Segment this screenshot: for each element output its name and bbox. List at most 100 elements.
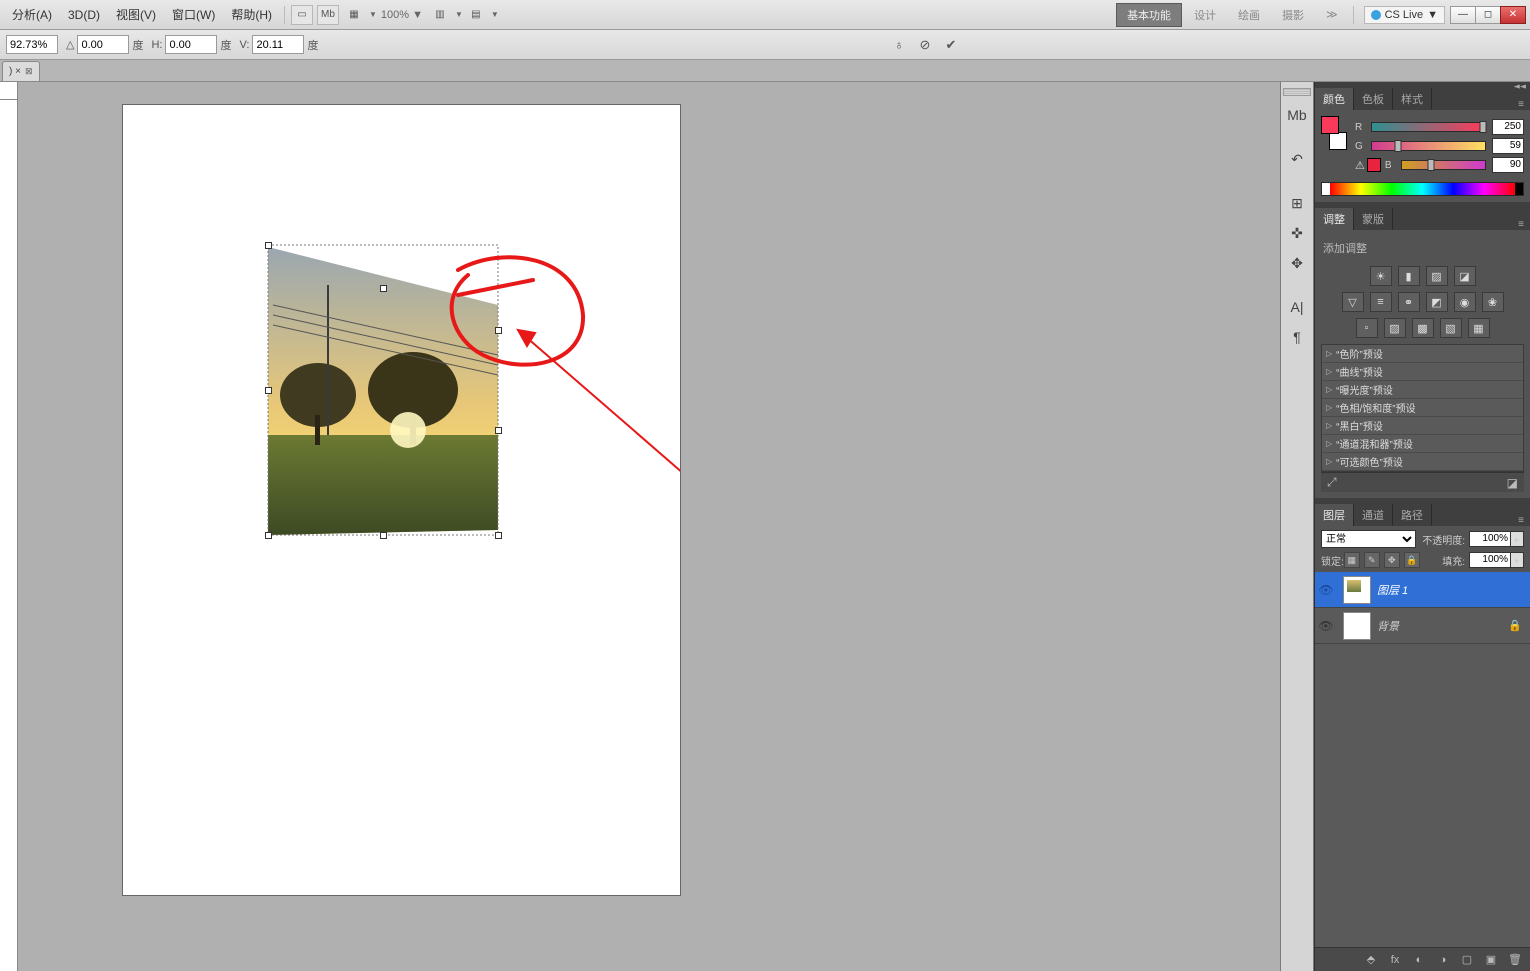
link-layers-icon[interactable]: ⬘: [1362, 953, 1380, 966]
lock-pixels-icon[interactable]: ✎: [1364, 552, 1380, 568]
color-panel-menu-icon[interactable]: ≡: [1512, 99, 1530, 110]
commit-transform-icon[interactable]: ✔: [941, 35, 961, 55]
layer-group-icon[interactable]: ▢: [1458, 953, 1476, 966]
transform-handle-tr[interactable]: [495, 327, 502, 334]
lock-transparency-icon[interactable]: ▦: [1344, 552, 1360, 568]
lock-all-icon[interactable]: 🔒: [1404, 552, 1420, 568]
adjustment-icon-1-3[interactable]: ◩: [1426, 292, 1448, 312]
adjust-expand-icon[interactable]: ⤢: [1327, 475, 1337, 490]
adjustment-preset[interactable]: ▷“黑白”预设: [1322, 417, 1523, 435]
color-ramp[interactable]: [1321, 182, 1524, 196]
transform-handle-bm[interactable]: [380, 532, 387, 539]
workspace-photography[interactable]: 摄影: [1272, 4, 1314, 26]
layer-name[interactable]: 背景: [1377, 618, 1399, 634]
menu-3d[interactable]: 3D(D): [60, 4, 108, 26]
opacity-input[interactable]: 100%: [1469, 531, 1511, 547]
dock-nav-icon[interactable]: ⊞: [1284, 191, 1310, 215]
adjustment-icon-2-4[interactable]: ▦: [1468, 318, 1490, 338]
visibility-icon[interactable]: 👁: [1315, 583, 1337, 597]
adjustment-icon-0-1[interactable]: ▮: [1398, 266, 1420, 286]
tab-channels[interactable]: 通道: [1354, 504, 1393, 526]
new-layer-icon[interactable]: ▣: [1482, 953, 1500, 966]
transform-handle-bl[interactable]: [265, 532, 272, 539]
transform-handle-ml[interactable]: [265, 387, 272, 394]
workspace-more[interactable]: ≫: [1316, 5, 1348, 24]
tab-adjustments[interactable]: 调整: [1315, 208, 1354, 230]
window-minimize-button[interactable]: —: [1450, 6, 1476, 24]
adjustment-preset[interactable]: ▷“曲线”预设: [1322, 363, 1523, 381]
visibility-icon[interactable]: 👁: [1315, 619, 1337, 633]
workspace-essentials[interactable]: 基本功能: [1116, 3, 1182, 27]
vertical-ruler[interactable]: [0, 100, 18, 971]
cancel-transform-icon[interactable]: ⊘: [915, 35, 935, 55]
angle-input[interactable]: [77, 35, 129, 54]
adjustment-icon-0-3[interactable]: ◪: [1454, 266, 1476, 286]
adjustment-icon-1-2[interactable]: ⚭: [1398, 292, 1420, 312]
delete-layer-icon[interactable]: 🗑: [1506, 953, 1524, 966]
adjustment-icon-0-2[interactable]: ▨: [1426, 266, 1448, 286]
adjustment-preset[interactable]: ▷“色相/饱和度”预设: [1322, 399, 1523, 417]
layer-fx-icon[interactable]: fx: [1386, 954, 1404, 966]
adjustment-layer-icon[interactable]: ◑: [1434, 954, 1452, 966]
background-swatch[interactable]: [1329, 132, 1347, 150]
r-slider[interactable]: [1371, 122, 1486, 132]
adjustment-icon-2-1[interactable]: ▨: [1384, 318, 1406, 338]
adjust-clip-icon[interactable]: ◪: [1507, 476, 1518, 490]
document-canvas[interactable]: [123, 105, 680, 895]
adjustment-icon-1-5[interactable]: ❀: [1482, 292, 1504, 312]
menu-view[interactable]: 视图(V): [108, 2, 164, 27]
dock-info-icon[interactable]: ✜: [1284, 221, 1310, 245]
tab-styles[interactable]: 样式: [1393, 88, 1432, 110]
mb-icon[interactable]: Mb: [317, 5, 339, 25]
canvas-viewport[interactable]: [18, 100, 1280, 971]
workspace-design[interactable]: 设计: [1184, 4, 1226, 26]
window-maximize-button[interactable]: ◻: [1475, 6, 1501, 24]
menu-window[interactable]: 窗口(W): [164, 2, 223, 27]
tab-paths[interactable]: 路径: [1393, 504, 1432, 526]
window-close-button[interactable]: ✕: [1500, 6, 1526, 24]
gamut-warning-icon[interactable]: ⚠: [1355, 158, 1381, 172]
cs-live-button[interactable]: CS Live ▼: [1364, 6, 1445, 24]
layers-panel-menu-icon[interactable]: ≡: [1512, 515, 1530, 526]
tab-close-icon[interactable]: ⊠: [25, 66, 33, 77]
adjustment-preset[interactable]: ▷“可选颜色”预设: [1322, 453, 1523, 471]
adjustment-icon-0-0[interactable]: ☀: [1370, 266, 1392, 286]
g-value[interactable]: 59: [1492, 138, 1524, 154]
transform-handle-tm[interactable]: [380, 285, 387, 292]
adjustment-icon-2-3[interactable]: ▧: [1440, 318, 1462, 338]
fill-flyout-icon[interactable]: ▸: [1510, 552, 1524, 568]
adjustment-icon-1-1[interactable]: ≡: [1370, 292, 1392, 312]
panel-collapse-icon[interactable]: ◀◀: [1514, 83, 1526, 89]
tab-masks[interactable]: 蒙版: [1354, 208, 1393, 230]
skew-h-input[interactable]: [165, 35, 217, 54]
adjustment-preset[interactable]: ▷“通道混和器”预设: [1322, 435, 1523, 453]
dock-history-icon[interactable]: ↶: [1284, 147, 1310, 171]
tab-color[interactable]: 颜色: [1315, 88, 1354, 110]
layer-mask-icon[interactable]: ◐: [1410, 954, 1428, 966]
lock-position-icon[interactable]: ✥: [1384, 552, 1400, 568]
transform-handle-br[interactable]: [495, 532, 502, 539]
zoom-input[interactable]: [6, 35, 58, 54]
transform-handle-tl[interactable]: [265, 242, 272, 249]
layer-row[interactable]: 👁 图层 1: [1315, 572, 1530, 608]
zoom-level-readout[interactable]: 100% ▼: [377, 9, 427, 21]
g-slider[interactable]: [1371, 141, 1486, 151]
dock-minibridge-icon[interactable]: Mb: [1284, 103, 1310, 127]
blend-mode-select[interactable]: 正常: [1321, 530, 1416, 548]
layer-name[interactable]: 图层 1: [1377, 582, 1408, 598]
fg-bg-swatch[interactable]: [1321, 116, 1347, 150]
dock-clone-icon[interactable]: ✥: [1284, 251, 1310, 275]
adjustment-icon-2-2[interactable]: ▩: [1412, 318, 1434, 338]
tab-swatches[interactable]: 色板: [1354, 88, 1393, 110]
skew-v-input[interactable]: [252, 35, 304, 54]
r-value[interactable]: 250: [1492, 119, 1524, 135]
menu-help[interactable]: 帮助(H): [223, 2, 280, 27]
b-slider[interactable]: [1401, 160, 1486, 170]
screen-mode-icon[interactable]: ▭: [291, 5, 313, 25]
dock-gripper[interactable]: [1283, 88, 1311, 96]
fill-input[interactable]: 100%: [1469, 552, 1511, 568]
adjustment-icon-1-0[interactable]: ▽: [1342, 292, 1364, 312]
adjustment-icon-2-0[interactable]: ▫: [1356, 318, 1378, 338]
layer-thumbnail[interactable]: [1343, 612, 1371, 640]
dock-paragraph-icon[interactable]: ¶: [1284, 325, 1310, 349]
